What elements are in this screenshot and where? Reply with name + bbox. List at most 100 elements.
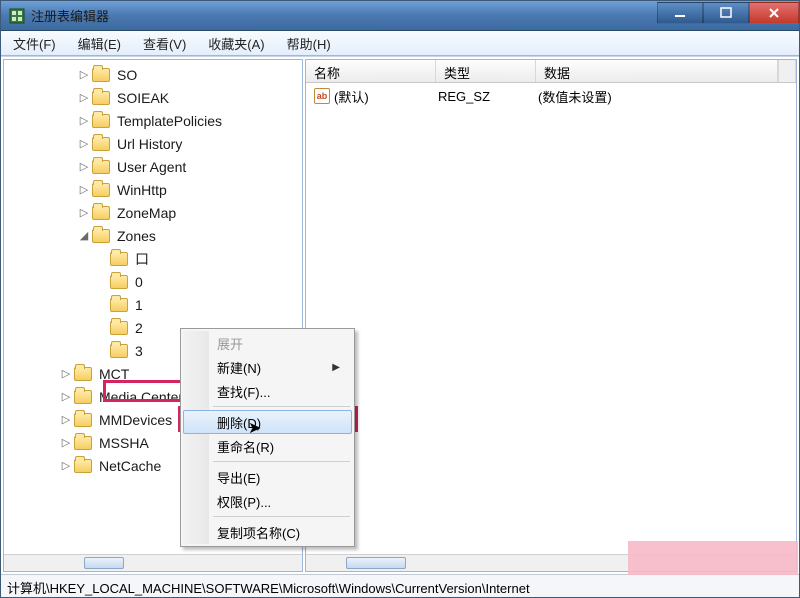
- context-menu: 展开 新建(N)▶ 查找(F)... 删除(D) 重命名(R) 导出(E) 权限…: [180, 328, 355, 547]
- context-menu-rename[interactable]: 重命名(R): [183, 434, 352, 458]
- value-name: (默认): [334, 87, 438, 106]
- minimize-button[interactable]: [657, 2, 703, 24]
- string-value-icon: ab: [314, 88, 330, 104]
- submenu-arrow-icon: ▶: [332, 362, 340, 373]
- scrollbar-thumb[interactable]: [346, 557, 406, 569]
- folder-icon: [110, 252, 128, 266]
- expand-icon[interactable]: ▷: [58, 436, 74, 449]
- tree-node-label: 2: [132, 319, 146, 337]
- menu-bar: 文件(F) 编辑(E) 查看(V) 收藏夹(A) 帮助(H): [1, 31, 799, 56]
- context-menu-permissions[interactable]: 权限(P)...: [183, 489, 352, 513]
- tree-node[interactable]: ▷ TemplatePolicies: [4, 109, 302, 132]
- tree-node-label: 口: [132, 248, 152, 270]
- expand-icon[interactable]: ▷: [76, 183, 92, 196]
- status-path: 计算机\HKEY_LOCAL_MACHINE\SOFTWARE\Microsof…: [7, 581, 530, 596]
- menu-edit[interactable]: 编辑(E): [72, 31, 127, 56]
- minimize-icon: [674, 7, 686, 19]
- collapse-icon[interactable]: ◢: [76, 229, 92, 242]
- folder-icon: [92, 137, 110, 151]
- window-controls: [657, 1, 799, 30]
- folder-icon: [74, 459, 92, 473]
- context-menu-copy-key-name[interactable]: 复制项名称(C): [183, 520, 352, 544]
- expand-icon[interactable]: ▷: [58, 413, 74, 426]
- expand-icon[interactable]: ▷: [76, 91, 92, 104]
- column-header-data[interactable]: 数据: [536, 60, 778, 82]
- tree-node-label: Secure Mime Handlers: [114, 60, 262, 61]
- app-icon: [9, 8, 25, 24]
- tree-node-label: SOIEAK: [114, 89, 172, 107]
- expand-icon[interactable]: ▷: [76, 137, 92, 150]
- tree-node-label: 1: [132, 296, 146, 314]
- list-body[interactable]: ab (默认) REG_SZ (数值未设置): [306, 83, 796, 554]
- tree-node-label: 0: [132, 273, 146, 291]
- close-button[interactable]: [749, 2, 799, 24]
- folder-icon: [92, 68, 110, 82]
- folder-icon: [92, 206, 110, 220]
- tree-horizontal-scrollbar[interactable]: [4, 554, 302, 571]
- titlebar[interactable]: 注册表编辑器: [1, 1, 799, 31]
- context-menu-expand[interactable]: 展开: [183, 331, 352, 355]
- tree-node[interactable]: 1: [4, 293, 302, 316]
- context-menu-separator: [213, 406, 350, 407]
- tree-node-label: WinHttp: [114, 181, 170, 199]
- tree-node[interactable]: ▷ WinHttp: [4, 178, 302, 201]
- cm-label: 重命名(R): [217, 437, 274, 456]
- expand-icon[interactable]: ▷: [76, 68, 92, 81]
- tree-node-label: Media Center: [96, 388, 186, 406]
- tree-node[interactable]: 0: [4, 270, 302, 293]
- cm-label: 复制项名称(C): [217, 523, 300, 542]
- folder-icon: [110, 344, 128, 358]
- expand-icon[interactable]: ▷: [58, 459, 74, 472]
- tree-node-label: User Agent: [114, 158, 189, 176]
- context-menu-new[interactable]: 新建(N)▶: [183, 355, 352, 379]
- tree-node-label: 3: [132, 342, 146, 360]
- cm-label: 查找(F)...: [217, 382, 270, 401]
- maximize-button[interactable]: [703, 2, 749, 24]
- expand-icon[interactable]: ▷: [76, 114, 92, 127]
- folder-icon: [110, 321, 128, 335]
- context-menu-find[interactable]: 查找(F)...: [183, 379, 352, 403]
- folder-icon: [92, 91, 110, 105]
- context-menu-separator: [213, 516, 350, 517]
- folder-icon: [110, 275, 128, 289]
- tree-node-label: NetCache: [96, 457, 164, 475]
- tree-node-label: TemplatePolicies: [114, 112, 225, 130]
- tree-node[interactable]: ▷Url History: [4, 132, 302, 155]
- folder-icon: [92, 160, 110, 174]
- menu-view[interactable]: 查看(V): [137, 31, 192, 56]
- window-title: 注册表编辑器: [31, 6, 657, 25]
- folder-icon: [92, 114, 110, 128]
- tree-node-label: SO: [114, 66, 140, 84]
- tree-node[interactable]: ◢ Zones: [4, 224, 302, 247]
- scrollbar-thumb[interactable]: [84, 557, 124, 569]
- folder-icon: [110, 298, 128, 312]
- list-vertical-scrollbar[interactable]: [778, 60, 796, 82]
- tree-node[interactable]: ▷ SO: [4, 63, 302, 86]
- tree-node[interactable]: ▷ SOIEAK: [4, 86, 302, 109]
- folder-icon: [74, 367, 92, 381]
- value-list-pane: 名称 类型 数据 ab (默认) REG_SZ (数值未设置): [305, 59, 797, 572]
- menu-favorites[interactable]: 收藏夹(A): [202, 31, 270, 56]
- list-row[interactable]: ab (默认) REG_SZ (数值未设置): [308, 85, 794, 107]
- menu-help[interactable]: 帮助(H): [281, 31, 337, 56]
- expand-icon[interactable]: ▷: [76, 206, 92, 219]
- tree-node[interactable]: 口: [4, 247, 302, 270]
- registry-editor-window: 注册表编辑器 文件(F) 编辑(E) 查看(V) 收藏夹(A) 帮助(H) ▷P…: [0, 0, 800, 598]
- folder-icon: [74, 390, 92, 404]
- main-split: ▷P3P▷Passport▷Secure Mime Handlers▷SO▷SO…: [1, 56, 799, 574]
- tree-node-label: Zones: [114, 227, 159, 245]
- tree-node-label: ZoneMap: [114, 204, 179, 222]
- context-menu-delete[interactable]: 删除(D): [183, 410, 352, 434]
- tree-node[interactable]: ▷ ZoneMap: [4, 201, 302, 224]
- context-menu-separator: [213, 461, 350, 462]
- column-header-type[interactable]: 类型: [436, 60, 536, 82]
- context-menu-export[interactable]: 导出(E): [183, 465, 352, 489]
- expand-icon[interactable]: ▷: [76, 160, 92, 173]
- column-header-name[interactable]: 名称: [306, 60, 436, 82]
- tree-node[interactable]: ▷ User Agent: [4, 155, 302, 178]
- expand-icon[interactable]: ▷: [58, 367, 74, 380]
- menu-file[interactable]: 文件(F): [7, 31, 62, 56]
- expand-icon[interactable]: ▷: [58, 390, 74, 403]
- value-data: (数值未设置): [538, 87, 794, 106]
- folder-icon: [92, 183, 110, 197]
